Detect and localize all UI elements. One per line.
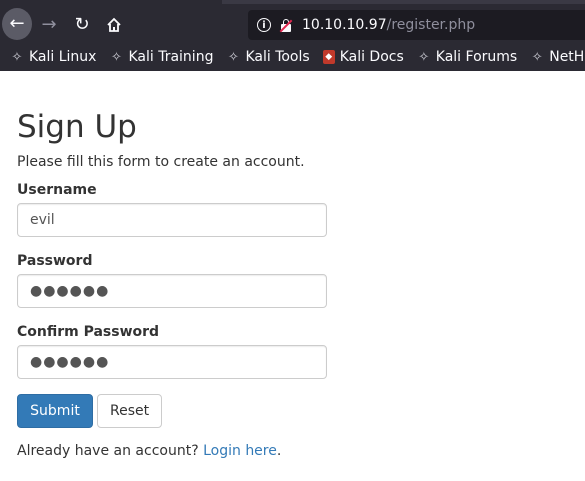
bookmark-nethunter[interactable]: ✧ NetHun: [530, 49, 585, 65]
bookmarks-bar: ✧ Kali Linux ✧ Kali Training ✧ Kali Tool…: [0, 46, 585, 68]
kali-dragon-icon: ✧: [418, 49, 430, 65]
bookmark-label: NetHun: [549, 49, 585, 65]
kali-dragon-icon: ✧: [11, 49, 23, 65]
url-text[interactable]: 10.10.10.97/register.php: [302, 17, 475, 33]
arrow-left-icon: ←: [9, 13, 25, 34]
forward-button[interactable]: →: [34, 10, 64, 40]
kali-dragon-icon: ✧: [111, 49, 122, 65]
bookmark-kali-linux[interactable]: ✧ Kali Linux: [10, 49, 97, 65]
confirm-password-label: Confirm Password: [17, 324, 160, 340]
password-input[interactable]: [17, 274, 327, 308]
reload-icon: ↻: [74, 14, 90, 35]
login-prompt-suffix: .: [276, 443, 282, 459]
bookmark-kali-training[interactable]: ✧ Kali Training: [109, 49, 213, 65]
home-icon: [107, 17, 121, 32]
reload-button[interactable]: ↻: [67, 10, 97, 40]
bookmark-kali-docs[interactable]: ◆ Kali Docs: [322, 49, 404, 65]
submit-button[interactable]: Submit: [17, 394, 93, 428]
arrow-right-icon: →: [41, 14, 57, 35]
bookmark-label: Kali Tools: [245, 49, 310, 65]
page-subtitle: Please fill this form to create an accou…: [17, 154, 305, 170]
kali-docs-icon: ◆: [322, 50, 335, 64]
confirm-password-input[interactable]: [17, 345, 327, 379]
login-link[interactable]: Login here: [203, 443, 277, 459]
page-title: Sign Up: [17, 109, 137, 145]
browser-toolbar: ← → ↻ i 10.10.10.97/register.php ✧ Kali …: [0, 0, 585, 71]
username-label: Username: [17, 182, 97, 198]
bookmark-label: Kali Training: [128, 49, 214, 65]
home-button[interactable]: [99, 10, 129, 40]
kali-dragon-icon: ✧: [228, 49, 239, 65]
info-icon[interactable]: i: [257, 18, 271, 32]
tab-strip: [222, 0, 585, 4]
url-path: /register.php: [386, 17, 476, 33]
insecure-lock-icon[interactable]: [279, 18, 293, 32]
bookmark-label: Kali Linux: [29, 49, 97, 65]
bookmark-kali-tools[interactable]: ✧ Kali Tools: [226, 49, 310, 65]
bookmark-label: Kali Docs: [339, 49, 404, 65]
reset-button[interactable]: Reset: [97, 394, 162, 428]
nethunter-icon: ✧: [531, 49, 543, 65]
bookmark-kali-forums[interactable]: ✧ Kali Forums: [417, 49, 517, 65]
login-prompt: Already have an account? Login here.: [17, 441, 281, 461]
back-button[interactable]: ←: [2, 8, 32, 40]
username-input[interactable]: [17, 203, 327, 237]
url-bar[interactable]: i 10.10.10.97/register.php: [248, 10, 585, 40]
url-host: 10.10.10.97: [302, 17, 387, 33]
password-label: Password: [17, 253, 93, 269]
bookmark-label: Kali Forums: [435, 49, 518, 65]
login-prompt-text: Already have an account?: [17, 443, 204, 459]
